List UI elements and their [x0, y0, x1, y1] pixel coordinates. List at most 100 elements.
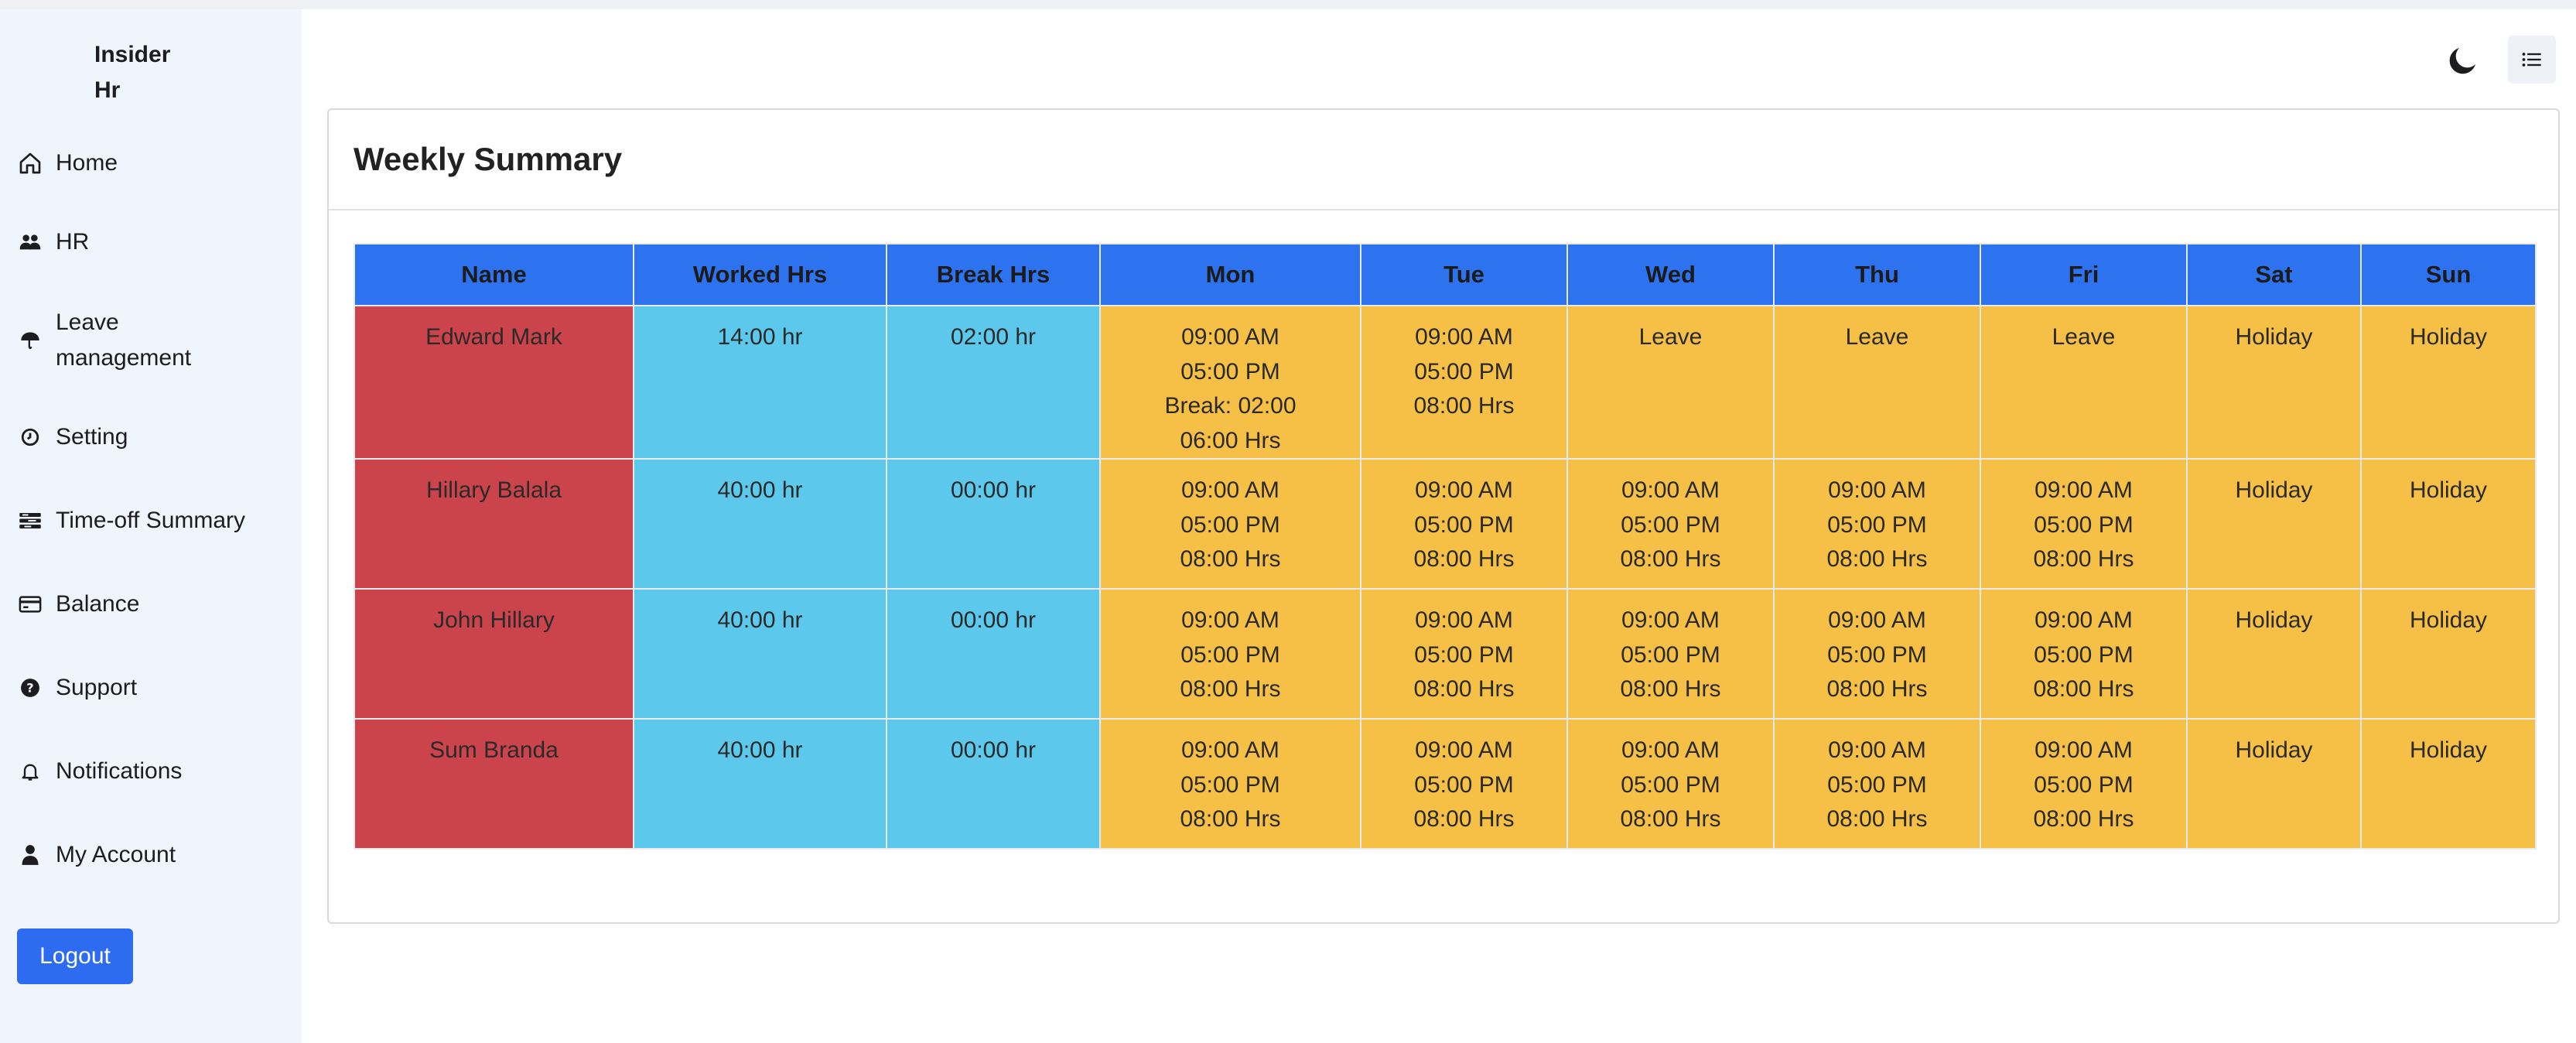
day-cell: 09:00 AM 05:00 PM 08:00 Hrs	[1773, 588, 1981, 720]
break-hours-cell: 00:00 hr	[886, 588, 1101, 720]
day-cell-line: Holiday	[2235, 477, 2313, 503]
day-cell-line: 05:00 PM	[1827, 511, 1927, 538]
day-cell-line: Leave	[1845, 324, 1909, 350]
employee-name-cell: Sum Branda	[354, 718, 634, 850]
day-cell-line: 05:00 PM	[1827, 641, 1927, 668]
column-header: Sat	[2186, 243, 2362, 306]
day-cell-line: 05:00 PM	[1180, 771, 1280, 798]
worked-hours-cell: 40:00 hr	[633, 458, 887, 590]
list-menu-icon	[2522, 53, 2541, 67]
day-cell-line: 08:00 Hrs	[1826, 546, 1928, 572]
sidebar-item-label: Leave management	[56, 309, 192, 371]
day-cell: Holiday	[2360, 305, 2537, 460]
day-cell-line: 08:00 Hrs	[1180, 806, 1281, 832]
theme-toggle-button[interactable]	[2444, 42, 2482, 79]
day-cell: 09:00 AM 05:00 PM 08:00 Hrs	[1566, 588, 1775, 720]
day-cell-line: 05:00 PM	[1180, 358, 1280, 385]
day-cell-line: 08:00 Hrs	[1413, 393, 1515, 419]
brand-line-2: Hr	[94, 77, 121, 103]
question-circle-icon: ?	[17, 675, 43, 701]
day-cell: 09:00 AM 05:00 PM 08:00 Hrs	[1099, 588, 1361, 720]
day-cell-line: Leave	[2052, 324, 2116, 350]
day-cell: 09:00 AM 05:00 PM 08:00 Hrs	[1980, 458, 2188, 590]
sidebar-item-balance[interactable]: Balance	[17, 586, 139, 622]
column-header: Wed	[1566, 243, 1775, 306]
day-cell: 09:00 AM 05:00 PM 08:00 Hrs	[1566, 718, 1775, 850]
day-cell-line: 05:00 PM	[1414, 641, 1514, 668]
day-cell: Holiday	[2360, 718, 2537, 850]
day-cell: Holiday	[2360, 588, 2537, 720]
worked-hours-cell: 40:00 hr	[633, 718, 887, 850]
day-cell-line: 09:00 AM	[1415, 607, 1513, 633]
brand-line-1: Insider	[94, 42, 171, 67]
day-cell-line: Holiday	[2235, 607, 2313, 633]
day-cell-line: 08:00 Hrs	[1620, 546, 1721, 572]
day-cell-line: 09:00 AM	[1415, 737, 1513, 763]
table-header-row: Name Worked Hrs Break Hrs Mon Tue Wed Thu Fri Sa…	[354, 243, 2537, 306]
day-cell: Holiday	[2186, 718, 2362, 850]
day-cell-line: 08:00 Hrs	[2033, 676, 2134, 702]
sidebar-item-hr[interactable]: HR	[17, 224, 89, 260]
day-cell-line: 09:00 AM	[1181, 607, 1279, 633]
employee-name-cell: Hillary Balala	[354, 458, 634, 590]
column-header: Worked Hrs	[633, 243, 887, 306]
day-cell-line: 05:00 PM	[1621, 641, 1720, 668]
sidebar-item-setting[interactable]: Setting	[17, 419, 128, 455]
day-cell-line: 09:00 AM	[2034, 477, 2133, 503]
sidebar-item-time-off-summary[interactable]: Time-off Summary	[17, 503, 245, 539]
svg-text:?: ?	[26, 680, 33, 695]
day-cell-line: 08:00 Hrs	[1620, 676, 1721, 702]
employee-name-cell: Edward Mark	[354, 305, 634, 460]
sidebar-item-label: Notifications	[56, 758, 183, 784]
table-row: Hillary Balala 40:00 hr 00:00 hr 09:00 AM 05…	[354, 458, 2537, 590]
break-hours-cell: 00:00 hr	[886, 718, 1101, 850]
day-cell-line: 05:00 PM	[2034, 771, 2134, 798]
logout-button[interactable]: Logout	[17, 928, 133, 984]
user-icon	[17, 842, 43, 868]
day-cell: Holiday	[2186, 458, 2362, 590]
sidebar-item-my-account[interactable]: My Account	[17, 837, 176, 873]
day-cell-line: Holiday	[2235, 324, 2313, 350]
day-cell-line: Holiday	[2409, 607, 2488, 633]
day-cell-line: 08:00 Hrs	[1180, 546, 1281, 572]
weekly-summary-table: Name Worked Hrs Break Hrs Mon Tue Wed Thu Fri Sa…	[354, 243, 2537, 850]
day-cell: 09:00 AM 05:00 PM Break: 02:00 06:00 Hrs	[1099, 305, 1361, 460]
users-icon	[17, 229, 43, 255]
weekly-summary-card: Weekly Summary Name Worked Hrs Break Hrs Mo…	[327, 108, 2560, 924]
list-icon	[17, 508, 43, 534]
day-cell-line: 05:00 PM	[1414, 771, 1514, 798]
column-header: Sun	[2360, 243, 2537, 306]
day-cell: 09:00 AM 05:00 PM 08:00 Hrs	[1360, 588, 1568, 720]
sidebar-item-label: Balance	[56, 591, 140, 617]
clock-icon	[17, 424, 43, 450]
sidebar-item-label: Time-off Summary	[56, 508, 246, 533]
day-cell-line: 08:00 Hrs	[1413, 806, 1515, 832]
break-hours-cell: 00:00 hr	[886, 458, 1101, 590]
day-cell-line: 08:00 Hrs	[1826, 676, 1928, 702]
day-cell-line: 08:00 Hrs	[2033, 546, 2134, 572]
day-cell: Leave	[1773, 305, 1981, 460]
day-cell-line: 09:00 AM	[1621, 477, 1720, 503]
day-cell-line: Holiday	[2409, 477, 2488, 503]
day-cell-line: 09:00 AM	[1181, 737, 1279, 763]
day-cell-line: 09:00 AM	[1828, 607, 1926, 633]
day-cell-line: 09:00 AM	[1828, 477, 1926, 503]
sidebar-item-support[interactable]: ? Support	[17, 670, 137, 706]
day-cell: 09:00 AM 05:00 PM 08:00 Hrs	[1099, 718, 1361, 850]
bell-icon	[17, 758, 43, 785]
day-cell: 09:00 AM 05:00 PM 08:00 Hrs	[1773, 458, 1981, 590]
sidebar-item-leave-management[interactable]: Leave management	[17, 305, 226, 376]
menu-toggle-button[interactable]	[2508, 36, 2556, 84]
column-header: Mon	[1099, 243, 1361, 306]
umbrella-icon	[17, 327, 43, 354]
sidebar-item-notifications[interactable]: Notifications	[17, 754, 182, 789]
day-cell-line: 05:00 PM	[2034, 641, 2134, 668]
brand-logo-text: Insider Hr	[94, 37, 218, 108]
day-cell-line: 05:00 PM	[1180, 511, 1280, 538]
sidebar-item-home[interactable]: Home	[17, 145, 118, 181]
day-cell: Leave	[1980, 305, 2188, 460]
day-cell-line: 05:00 PM	[2034, 511, 2134, 538]
day-cell-line: 05:00 PM	[1827, 771, 1927, 798]
day-cell: 09:00 AM 05:00 PM 08:00 Hrs	[1099, 458, 1361, 590]
day-cell: 09:00 AM 05:00 PM 08:00 Hrs	[1566, 458, 1775, 590]
